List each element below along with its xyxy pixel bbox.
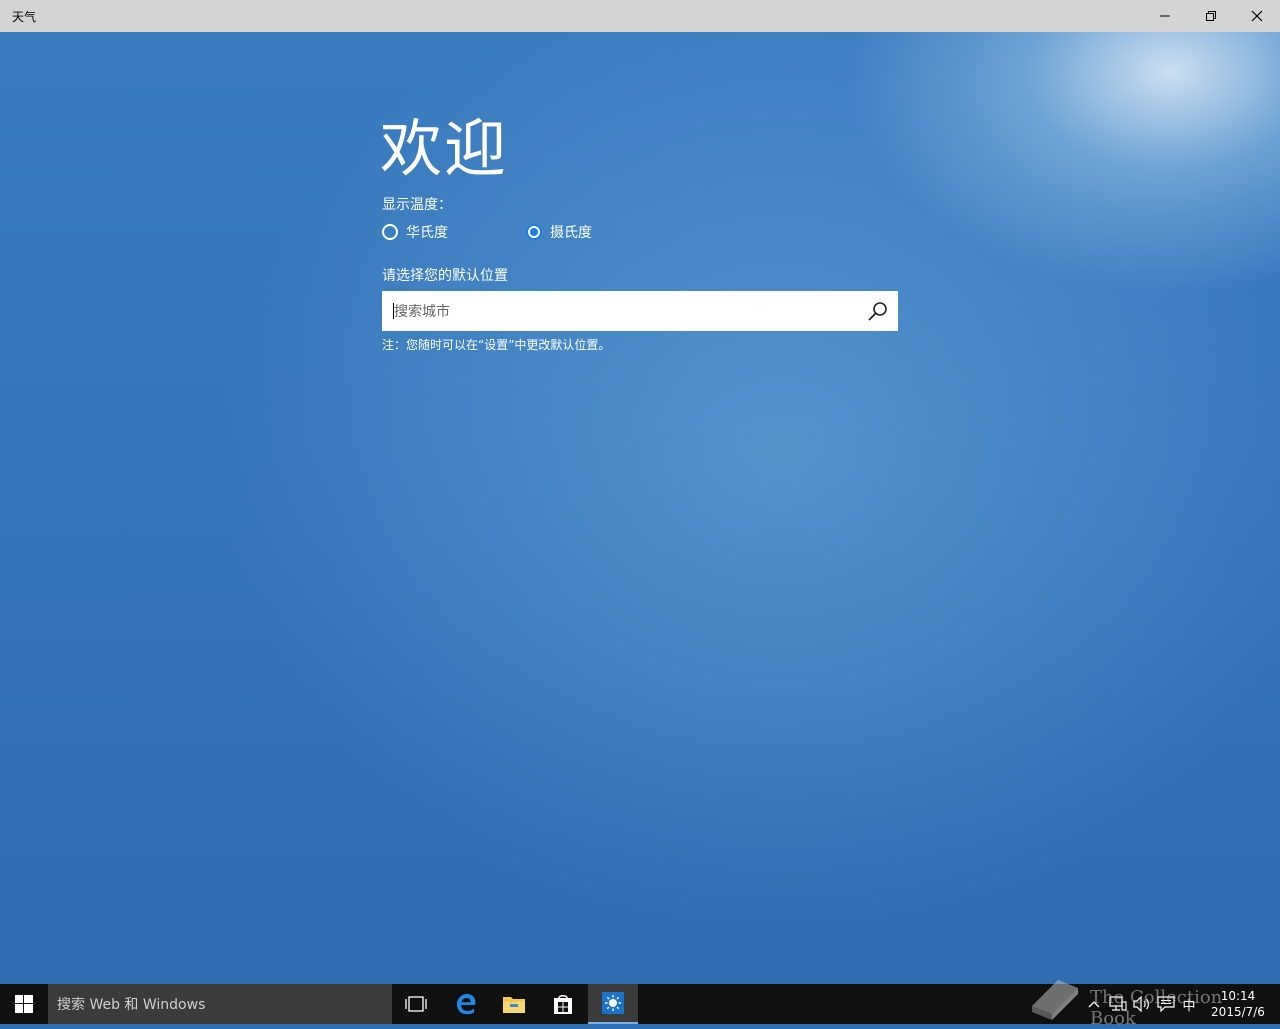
fahrenheit-radio[interactable]: 华氏度 <box>382 222 448 242</box>
windows-logo-icon <box>15 995 33 1013</box>
task-view-button[interactable] <box>392 984 440 1024</box>
radio-checked-icon <box>526 224 542 240</box>
minimize-button[interactable] <box>1142 0 1188 32</box>
file-explorer-taskbar-button[interactable] <box>490 984 538 1024</box>
radio-unchecked-icon <box>382 224 398 240</box>
start-button[interactable] <box>0 984 48 1024</box>
restore-button[interactable] <box>1188 0 1234 32</box>
edge-taskbar-button[interactable] <box>442 984 490 1024</box>
temperature-label: 显示温度： <box>382 197 452 213</box>
celsius-label: 摄氏度 <box>550 225 592 241</box>
minimize-icon <box>1160 15 1170 17</box>
task-view-icon <box>405 996 427 1012</box>
store-icon <box>554 995 572 1014</box>
window-title: 天气 <box>12 10 37 24</box>
edge-icon <box>457 994 476 1015</box>
watermark: The Collection Book <box>1028 972 1268 1029</box>
restore-icon <box>1206 11 1216 21</box>
celsius-radio[interactable]: 摄氏度 <box>526 222 592 242</box>
search-icon <box>868 302 887 321</box>
weather-app-icon <box>602 992 624 1014</box>
weather-taskbar-button[interactable] <box>588 984 638 1024</box>
city-search-box <box>382 291 898 333</box>
watermark-text: The Collection Book <box>1090 987 1223 1029</box>
city-search-input[interactable] <box>392 291 856 333</box>
title-bar: 天气 <box>0 0 1280 32</box>
book-logo-icon <box>1032 980 1078 1020</box>
store-taskbar-button[interactable] <box>538 984 588 1024</box>
taskbar-search-box[interactable]: 搜索 Web 和 Windows <box>48 984 392 1024</box>
folder-icon <box>503 997 525 1013</box>
close-button[interactable] <box>1234 0 1280 32</box>
search-button[interactable] <box>864 297 892 325</box>
settings-note: 注：您随时可以在“设置”中更改默认位置。 <box>382 338 611 352</box>
welcome-heading: 欢迎 <box>380 112 509 185</box>
taskbar-search-placeholder: 搜索 Web 和 Windows <box>57 997 206 1013</box>
fahrenheit-label: 华氏度 <box>406 225 448 241</box>
weather-welcome-page: 欢迎 显示温度： 华氏度 摄氏度 请选择您的默认位置 注：您随时可以在“设置”中… <box>0 32 1280 984</box>
close-icon <box>1251 10 1263 22</box>
location-label: 请选择您的默认位置 <box>382 268 508 284</box>
